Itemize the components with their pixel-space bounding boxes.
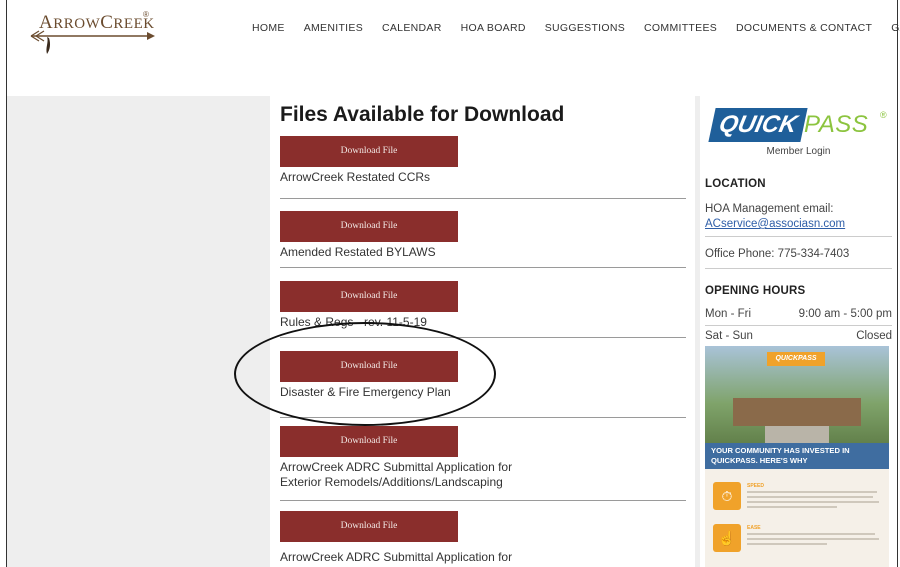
opening-hours-heading: OPENING HOURS — [705, 285, 806, 297]
sidebar: QUICK PASS ® Member Login LOCATION HOA M… — [700, 96, 897, 567]
nav-amenities[interactable]: AMENITIES — [304, 22, 363, 34]
arrowcreek-logo[interactable]: ARROWCREEK ® — [25, 8, 155, 58]
content-area: Files Available for Download Download Fi… — [7, 96, 897, 567]
nav-committees[interactable]: COMMITTEES — [644, 22, 717, 34]
stopwatch-icon: ⏱ — [713, 482, 741, 510]
file-item: Download File ArrowCreek ADRC Submittal … — [280, 426, 688, 490]
text-line — [747, 491, 877, 493]
file-label: Disaster & Fire Emergency Plan — [280, 385, 451, 399]
hours-days: Mon - Fri — [705, 308, 751, 320]
promo-headline: YOUR COMMUNITY HAS INVESTED IN QUICKPASS… — [705, 443, 889, 469]
text-line — [747, 501, 879, 503]
downloads-section: Files Available for Download Download Fi… — [270, 96, 695, 567]
nav-calendar[interactable]: CALENDAR — [382, 22, 442, 34]
hours-row: Sat - Sun Closed — [705, 330, 892, 342]
file-item: Download File Rules & Regs - rev. 11-5-1… — [280, 281, 688, 330]
page-title: Files Available for Download — [280, 103, 565, 126]
divider — [280, 417, 686, 418]
promo-item: ⏱ SPEED — [713, 482, 883, 514]
text-line — [747, 533, 875, 535]
hours-days: Sat - Sun — [705, 330, 753, 342]
nav-gallery[interactable]: GALLERY — [891, 22, 900, 34]
nav-documents-contact[interactable]: DOCUMENTS & CONTACT — [736, 22, 872, 34]
quickpass-promo-image[interactable]: QUICKPASS YOUR COMMUNITY HAS INVESTED IN… — [705, 346, 889, 567]
hoa-email-link[interactable]: ACservice@associasn.com — [705, 218, 845, 230]
text-line — [747, 538, 879, 540]
nav-home[interactable]: HOME — [252, 22, 285, 34]
hoa-email-wrap: ACservice@associasn.com — [705, 218, 845, 230]
quickpass-logo[interactable]: QUICK PASS ® — [708, 108, 887, 142]
promo-item-heading: EASE — [747, 525, 761, 531]
text-line — [747, 543, 827, 545]
divider — [280, 337, 686, 338]
file-label: ArrowCreek ADRC Submittal Application fo… — [280, 460, 513, 489]
text-line — [747, 496, 873, 498]
file-item: Download File Amended Restated BYLAWS — [280, 211, 688, 260]
touch-icon: ☝ — [713, 524, 741, 552]
promo-item-heading: SPEED — [747, 483, 764, 489]
divider — [280, 267, 686, 268]
hours-time: Closed — [856, 330, 892, 342]
file-item: Download File ArrowCreek Restated CCRs — [280, 136, 688, 185]
quickpass-registered-mark: ® — [880, 110, 887, 120]
nav-hoa-board[interactable]: HOA BOARD — [461, 22, 526, 34]
download-button[interactable]: Download File — [280, 211, 458, 242]
file-item: Download File ArrowCreek ADRC Submittal … — [280, 511, 688, 565]
location-heading: LOCATION — [705, 178, 766, 190]
main-nav: HOME AMENITIES CALENDAR HOA BOARD SUGGES… — [252, 22, 900, 34]
hoa-email-label: HOA Management email: — [705, 203, 834, 215]
nav-suggestions[interactable]: SUGGESTIONS — [545, 22, 625, 34]
download-button[interactable]: Download File — [280, 281, 458, 312]
text-line — [747, 506, 837, 508]
file-label: Rules & Regs - rev. 11-5-19 — [280, 315, 427, 329]
download-button[interactable]: Download File — [280, 426, 458, 457]
file-label: Amended Restated BYLAWS — [280, 245, 436, 259]
office-phone: Office Phone: 775-334-7403 — [705, 248, 850, 260]
divider — [705, 236, 892, 237]
gate-shape — [733, 398, 861, 426]
logo-registered-mark: ® — [143, 10, 149, 19]
download-button[interactable]: Download File — [280, 136, 458, 167]
promo-badge: QUICKPASS — [767, 352, 825, 366]
promo-item: ☝ EASE — [713, 524, 883, 556]
file-label: ArrowCreek ADRC Submittal Application fo… — [280, 550, 513, 564]
site-header: ARROWCREEK ® HOME AMENITIES CALENDAR HOA… — [7, 0, 900, 96]
divider — [280, 500, 686, 501]
divider — [705, 325, 892, 326]
hours-time: 9:00 am - 5:00 pm — [798, 308, 892, 320]
download-button[interactable]: Download File — [280, 351, 458, 382]
file-item: Download File Disaster & Fire Emergency … — [280, 351, 688, 400]
file-label: ArrowCreek Restated CCRs — [280, 170, 431, 184]
quickpass-logo-pass: PASS — [804, 111, 869, 138]
divider — [280, 198, 686, 199]
hours-row: Mon - Fri 9:00 am - 5:00 pm — [705, 308, 892, 320]
download-button[interactable]: Download File — [280, 511, 458, 542]
divider — [705, 268, 892, 269]
arrow-feather-icon — [30, 30, 155, 54]
quickpass-logo-quick: QUICK — [708, 108, 808, 142]
member-login-link[interactable]: Member Login — [700, 146, 897, 157]
